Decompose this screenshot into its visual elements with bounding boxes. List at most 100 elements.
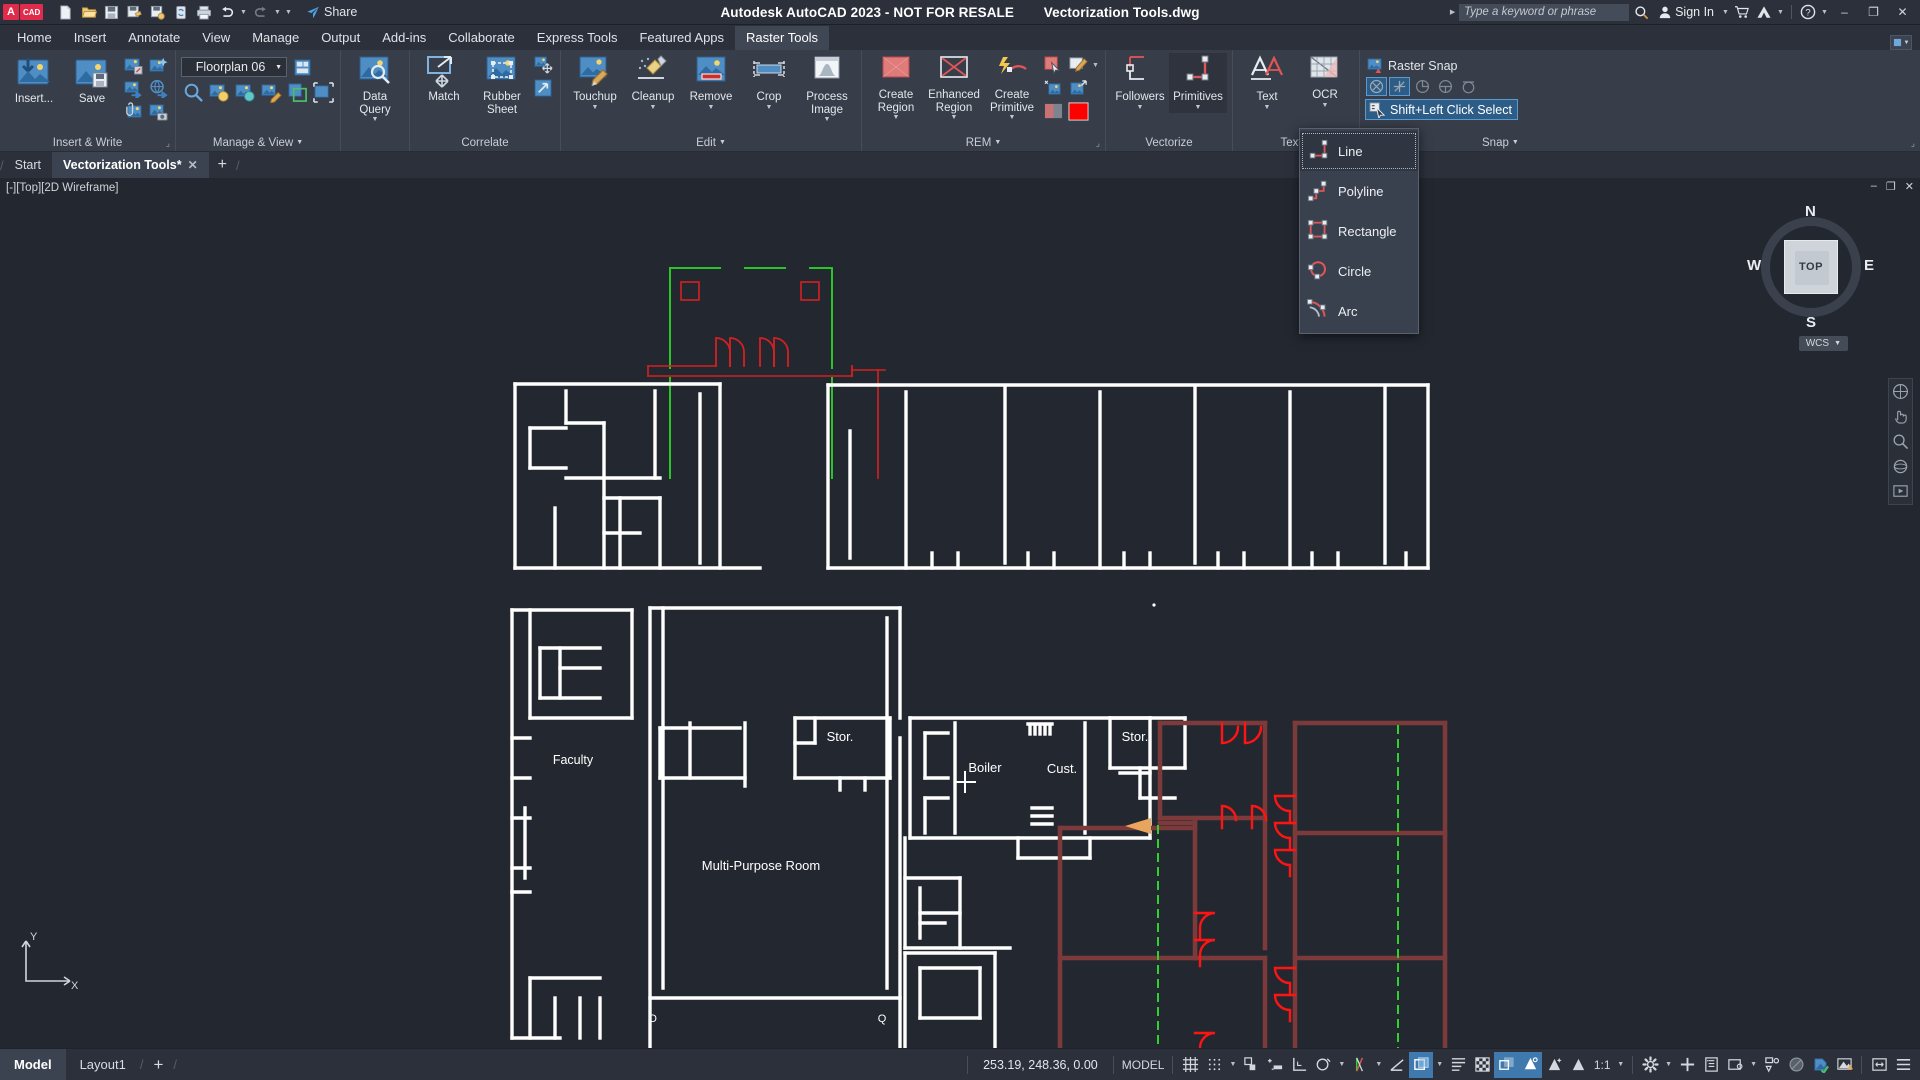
annotation-scale-value[interactable]: 1:1 bbox=[1590, 1052, 1614, 1078]
cleanup-button[interactable]: Cleanup ▼ bbox=[624, 53, 682, 113]
undo-dropdown-caret[interactable]: ▼ bbox=[239, 9, 248, 16]
ortho-mode-toggle[interactable] bbox=[1239, 1052, 1263, 1078]
viewport-minimize-button[interactable]: – bbox=[1871, 180, 1877, 193]
touchup-caret[interactable]: ▼ bbox=[592, 104, 599, 111]
snap-mode-toggle[interactable] bbox=[1202, 1052, 1226, 1078]
dropdown-item-arc[interactable]: Arc bbox=[1300, 291, 1418, 331]
cleanup-caret[interactable]: ▼ bbox=[650, 104, 657, 111]
redo-icon[interactable] bbox=[250, 2, 271, 22]
raster-snap-header[interactable]: Raster Snap bbox=[1365, 55, 1459, 76]
new-file-icon[interactable] bbox=[55, 2, 76, 22]
autodesk-app-icon[interactable] bbox=[1754, 2, 1774, 22]
panel-dropdown-caret[interactable]: ▼ bbox=[994, 139, 1001, 146]
help-caret[interactable]: ▼ bbox=[1820, 9, 1829, 16]
tab-raster-tools[interactable]: Raster Tools bbox=[735, 26, 829, 50]
ribbon-minimize-button[interactable]: ▼ bbox=[1890, 35, 1912, 50]
help-icon[interactable]: ? bbox=[1798, 2, 1818, 22]
file-tab-start[interactable]: Start bbox=[4, 152, 52, 178]
create-primitive-button[interactable]: Create Primitive ▼ bbox=[983, 53, 1041, 123]
search-input[interactable] bbox=[1459, 4, 1629, 21]
undo-icon[interactable] bbox=[216, 2, 237, 22]
image-frame-icon[interactable] bbox=[285, 81, 309, 103]
object-snap-tracking-toggle[interactable] bbox=[1311, 1052, 1335, 1078]
zoom-image-icon[interactable] bbox=[181, 81, 205, 103]
region-select-icon[interactable] bbox=[1041, 54, 1065, 76]
region-edit-icon[interactable] bbox=[1066, 54, 1090, 76]
full-navigation-wheel-icon[interactable] bbox=[1891, 382, 1910, 401]
viewport-expand-control[interactable]: [-] bbox=[6, 182, 16, 194]
view-cube-north-label[interactable]: N bbox=[1805, 203, 1816, 220]
process-image-button[interactable]: Process Image ▼ bbox=[798, 53, 856, 125]
match-button[interactable]: Match bbox=[415, 53, 473, 106]
image-manager-icon[interactable] bbox=[290, 56, 314, 78]
search-expand-caret[interactable]: ▶ bbox=[1448, 8, 1457, 16]
data-query-button[interactable]: Data Query ▼ bbox=[346, 53, 404, 125]
new-layout-button[interactable]: + bbox=[143, 1049, 173, 1080]
enhanced-region-button[interactable]: Enhanced Region ▼ bbox=[925, 53, 983, 123]
snap-none-icon[interactable] bbox=[1366, 77, 1387, 96]
share-button[interactable]: Share bbox=[301, 4, 362, 20]
object-snap-caret[interactable]: ▼ bbox=[1372, 1061, 1385, 1068]
plot-icon[interactable] bbox=[193, 2, 214, 22]
dropdown-item-line[interactable]: Line bbox=[1300, 131, 1418, 171]
floorplan-drawing[interactable]: Faculty Stor. Boiler Cust. Stor. Multi-P… bbox=[0, 178, 1920, 1048]
sign-in-caret[interactable]: ▼ bbox=[1721, 9, 1730, 16]
quick-properties-caret[interactable]: ▼ bbox=[1747, 1061, 1760, 1068]
data-query-caret[interactable]: ▼ bbox=[372, 116, 379, 123]
coordinates-display[interactable]: 253.19, 248.36, 0.00 bbox=[973, 1058, 1108, 1072]
image-export-icon[interactable] bbox=[121, 77, 145, 99]
drawing-recovery-icon[interactable] bbox=[1808, 1052, 1832, 1078]
sign-in-button[interactable]: Sign In bbox=[1653, 5, 1719, 19]
image-new-icon[interactable] bbox=[146, 54, 170, 76]
quick-properties-icon[interactable] bbox=[1723, 1052, 1747, 1078]
transparency-toggle[interactable] bbox=[1409, 1052, 1433, 1078]
tab-output[interactable]: Output bbox=[310, 26, 371, 50]
view-cube-top-face[interactable]: TOP bbox=[1784, 240, 1838, 294]
model-space-button[interactable]: MODEL bbox=[1119, 1052, 1168, 1078]
dropdown-item-rectangle[interactable]: Rectangle bbox=[1300, 211, 1418, 251]
tab-insert[interactable]: Insert bbox=[63, 26, 118, 50]
object-snap-tracking-caret[interactable]: ▼ bbox=[1335, 1061, 1348, 1068]
view-cube-east-label[interactable]: E bbox=[1864, 257, 1874, 274]
polar-tracking-toggle[interactable] bbox=[1263, 1052, 1287, 1078]
snap-mode-caret[interactable]: ▼ bbox=[1226, 1061, 1239, 1068]
panel-dropdown-caret[interactable]: ▼ bbox=[1512, 139, 1519, 146]
drawing-viewport[interactable]: [-] [Top] [2D Wireframe] – ❐ ✕ N S W E T… bbox=[0, 178, 1920, 1048]
view-cube-west-label[interactable]: W bbox=[1747, 257, 1761, 274]
clean-screen-icon[interactable] bbox=[1867, 1052, 1891, 1078]
region-color-swatch[interactable] bbox=[1066, 100, 1090, 122]
annotation-monitor-icon[interactable] bbox=[1675, 1052, 1699, 1078]
new-file-tab-button[interactable]: + bbox=[209, 152, 236, 178]
pan-icon[interactable] bbox=[1891, 407, 1910, 426]
annotation-visibility-icon[interactable] bbox=[1542, 1052, 1566, 1078]
search-icon[interactable] bbox=[1631, 2, 1651, 22]
cloud-sync-icon[interactable] bbox=[170, 2, 191, 22]
tab-annotate[interactable]: Annotate bbox=[117, 26, 191, 50]
snap-center-icon[interactable] bbox=[1435, 77, 1456, 96]
image-attach-icon[interactable] bbox=[121, 100, 145, 122]
annotation-visibility-toggle[interactable] bbox=[1470, 1052, 1494, 1078]
transparency-caret[interactable]: ▼ bbox=[1433, 1061, 1446, 1068]
view-cube[interactable]: N S W E TOP bbox=[1747, 203, 1875, 331]
grid-display-toggle[interactable] bbox=[1178, 1052, 1202, 1078]
crop-caret[interactable]: ▼ bbox=[766, 104, 773, 111]
create-primitive-caret[interactable]: ▼ bbox=[1009, 114, 1016, 121]
workspace-caret[interactable]: ▼ bbox=[1662, 1061, 1675, 1068]
window-minimize-button[interactable]: – bbox=[1831, 0, 1858, 24]
annotation-scale-icon[interactable] bbox=[1518, 1052, 1542, 1078]
file-tab-vectorization-tools[interactable]: Vectorization Tools* ✕ bbox=[52, 152, 209, 178]
panel-dropdown-caret[interactable]: ▼ bbox=[719, 139, 726, 146]
viewport-visualstyle-control[interactable]: [2D Wireframe] bbox=[41, 182, 118, 194]
image-list-combo[interactable]: Floorplan 06 ▼ bbox=[181, 57, 287, 77]
tab-addins[interactable]: Add-ins bbox=[371, 26, 437, 50]
tab-manage[interactable]: Manage bbox=[241, 26, 310, 50]
panel-expand-arrow[interactable]: ⌟ bbox=[166, 138, 170, 149]
redo-dropdown-caret[interactable]: ▼ bbox=[273, 9, 282, 16]
followers-button[interactable]: Followers ▼ bbox=[1111, 53, 1169, 113]
image-scale-icon[interactable] bbox=[531, 77, 555, 99]
annotation-scale-sync-icon[interactable] bbox=[1566, 1052, 1590, 1078]
lineweight-toggle[interactable] bbox=[1385, 1052, 1409, 1078]
image-write-icon[interactable] bbox=[121, 54, 145, 76]
save-image-button[interactable]: Save bbox=[63, 53, 121, 108]
autodesk-app-caret[interactable]: ▼ bbox=[1776, 9, 1785, 16]
